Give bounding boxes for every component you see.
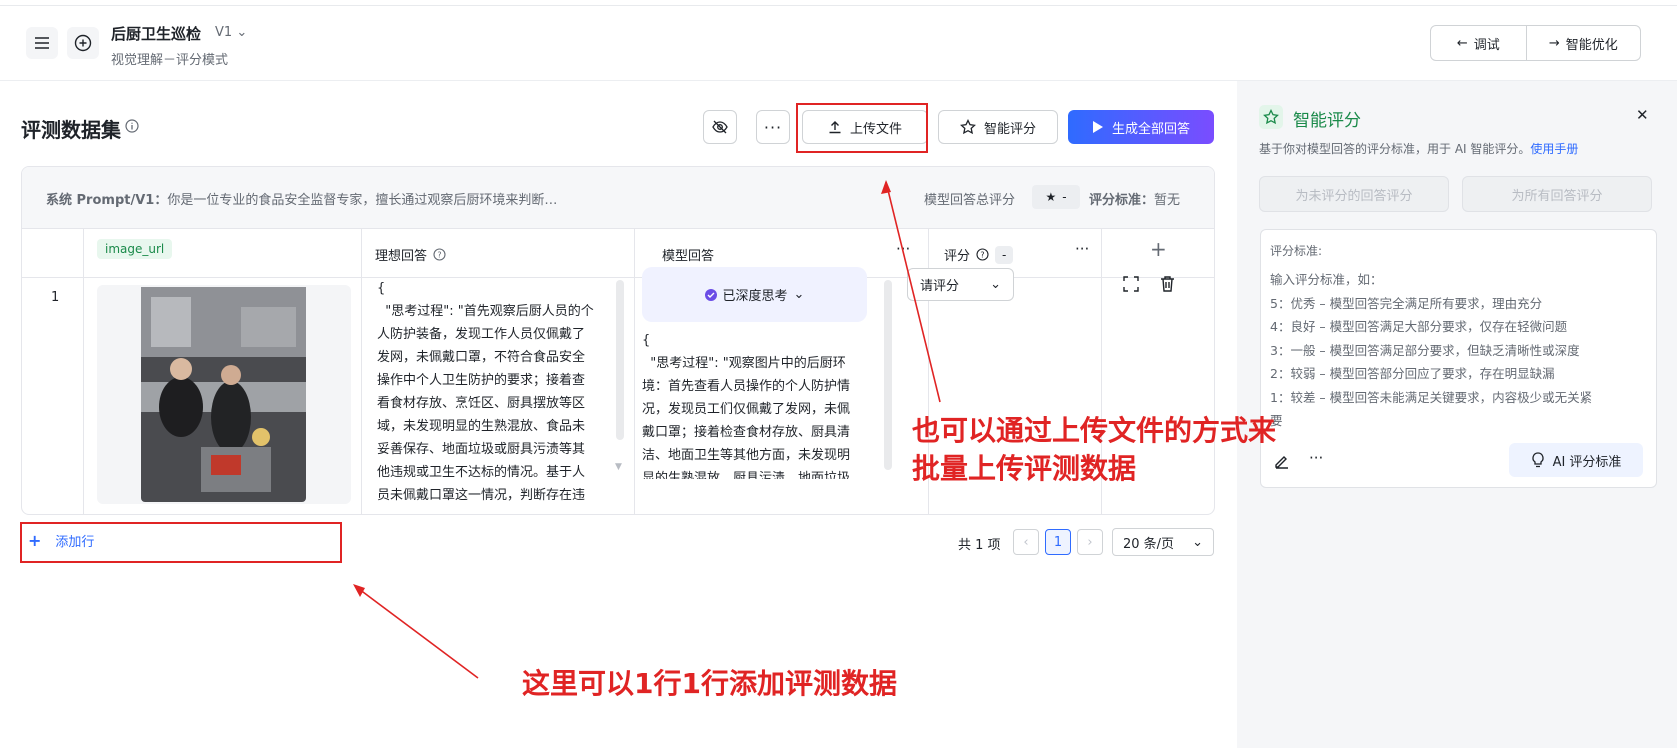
upload-annotation-line1: 也可以通过上传文件的方式来: [912, 414, 1277, 447]
add-row-annotation: 这里可以1行1行添加评测数据: [522, 667, 897, 700]
arrow-to-add-row: [354, 585, 479, 679]
arrow-head: [353, 584, 365, 597]
arrow-to-upload: [885, 181, 941, 403]
arrow-head: [881, 180, 891, 194]
upload-annotation-line2: 批量上传评测数据: [912, 452, 1137, 485]
upload-annotation: 也可以通过上传文件的方式来 批量上传评测数据: [912, 412, 1276, 488]
annotation-arrows: [353, 180, 941, 679]
